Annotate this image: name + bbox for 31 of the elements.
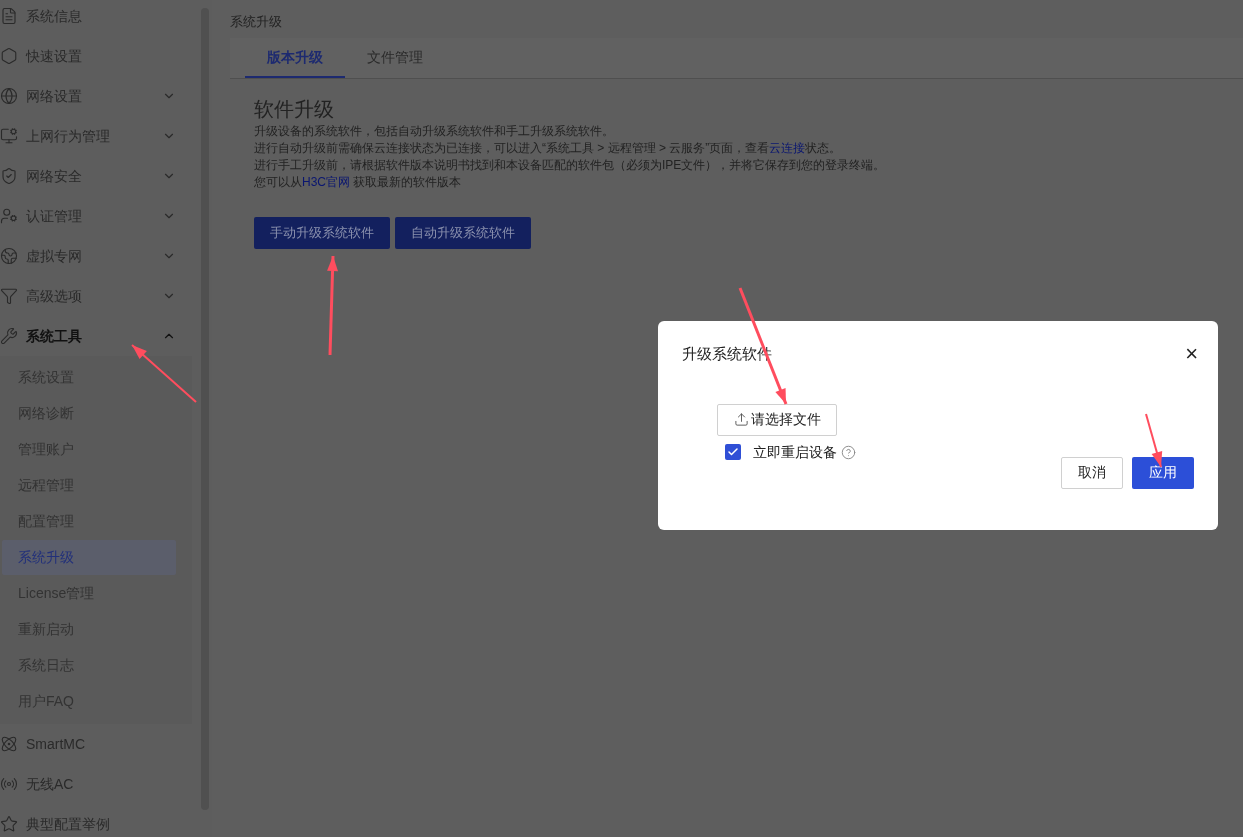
close-button[interactable]: × <box>1185 343 1198 366</box>
link[interactable]: 云连接 <box>769 141 806 155</box>
menu-icon <box>0 815 18 833</box>
sidebar-item[interactable]: 系统工具 <box>0 316 200 356</box>
help-icon <box>841 444 856 460</box>
menu-icon <box>0 87 18 105</box>
section-title: 软件升级 <box>254 97 335 122</box>
cancel-button[interactable]: 取消 <box>1061 456 1123 489</box>
menu-icon <box>0 287 18 305</box>
checkbox[interactable] <box>725 444 741 460</box>
menu-icon <box>0 775 18 793</box>
upgrade-button[interactable]: 自动升级系统软件 <box>395 217 531 249</box>
menu-icon <box>0 327 18 345</box>
menu-icon <box>0 207 18 225</box>
page-title: 系统升级 <box>230 13 283 31</box>
menu-icon <box>0 7 18 25</box>
checkbox-label: 立即重启设备 <box>753 442 837 462</box>
menu-icon <box>0 167 18 185</box>
submenu-item[interactable]: 系统升级 <box>2 540 176 575</box>
tab[interactable]: 版本升级 <box>245 38 345 78</box>
upgrade-button[interactable]: 手动升级系统软件 <box>254 217 390 249</box>
menu-icon <box>0 127 18 145</box>
upload-icon <box>733 412 749 427</box>
menu-icon <box>0 735 18 753</box>
check-icon <box>727 446 739 458</box>
menu-icon <box>0 47 18 65</box>
annotation-arrow <box>131 344 197 403</box>
apply-button[interactable]: 应用 <box>1132 456 1194 489</box>
menu-icon <box>0 247 18 265</box>
link[interactable]: H3C官网 <box>302 175 350 189</box>
file-select-button[interactable]: 请选择文件 <box>717 403 837 436</box>
